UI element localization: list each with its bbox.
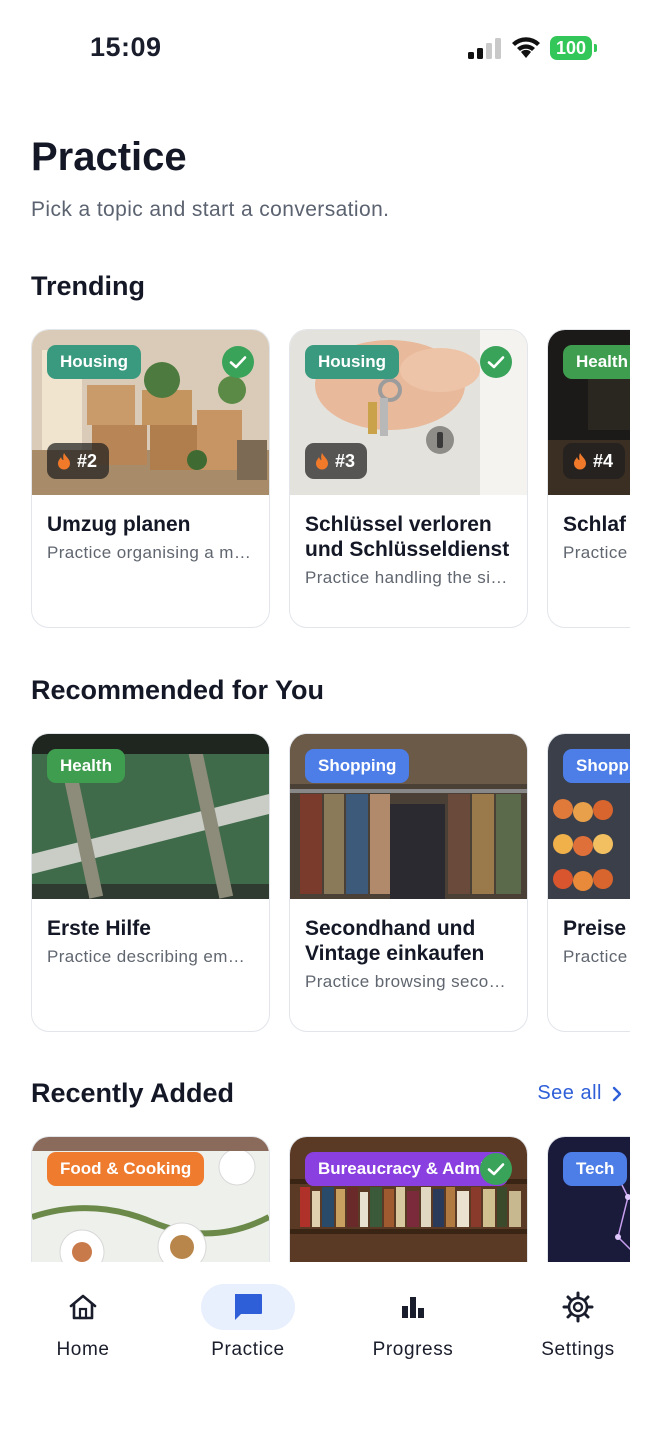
card-image-keys-in-hand: Housing #3 [290, 330, 527, 495]
trending-rank: #2 [47, 443, 110, 479]
nav-icon-wrap [531, 1284, 625, 1330]
rank-number: #4 [593, 450, 614, 471]
category-badge: Housing [305, 345, 399, 379]
card-description: Practice handling the situation [305, 568, 512, 587]
category-badge: Tech [563, 1152, 628, 1186]
rank-number: #3 [335, 450, 356, 471]
nav-item-settings[interactable]: Settings [513, 1262, 643, 1361]
nav-label: Home [56, 1339, 110, 1360]
card-title: Schlüssel verloren und Schlüsseldienst [305, 513, 510, 561]
gear-icon [562, 1291, 594, 1323]
card-image-clothing-rack: Shopping [290, 734, 527, 899]
completed-check-icon [480, 1153, 512, 1185]
card-title: Secondhand und Vintage einkaufen [305, 917, 485, 965]
card-image-dinner-table: Food & Cooking [32, 1137, 269, 1262]
battery-icon: 100 [550, 36, 600, 62]
nav-label: Progress [372, 1339, 454, 1360]
card-image-moving-boxes: Housing #2 [32, 330, 269, 495]
topic-card[interactable]: Housing #3 Schlüssel verloren und Schlüs… [289, 329, 528, 628]
category-badge: Shopping [305, 749, 410, 783]
topic-card[interactable]: Bureaucracy & Admin [289, 1136, 528, 1262]
nav-icon-wrap [366, 1284, 460, 1330]
flame-icon [316, 453, 328, 470]
card-description: Practice browsing secondhand shops [305, 972, 512, 991]
bar-chart-icon [402, 1297, 424, 1318]
card-image-dark-bedroom: Health #4 [548, 330, 630, 495]
trending-rank: #3 [305, 443, 368, 479]
trending-carousel[interactable]: Housing #2 Umzug planen Practice organis… [31, 329, 630, 629]
chat-bubble-icon [235, 1294, 262, 1320]
nav-icon-wrap-active [201, 1284, 295, 1330]
card-description: Practice organising a move [47, 543, 254, 562]
wifi-icon [512, 37, 540, 58]
nav-label: Practice [211, 1339, 285, 1360]
section-title-recent: Recently Added [31, 1078, 235, 1108]
nav-label: Settings [541, 1339, 615, 1360]
rank-number: #2 [77, 450, 98, 471]
page-subtitle: Pick a topic and start a conversation. [31, 198, 390, 221]
category-badge: Bureaucracy & Admin [305, 1152, 508, 1186]
status-bar: 15:09 100 [0, 0, 660, 100]
flame-icon [58, 453, 70, 470]
see-all-link[interactable]: See all [537, 1082, 622, 1105]
status-time: 15:09 [90, 32, 162, 62]
category-badge: Shopping [563, 749, 630, 783]
card-image-bookshelves: Bureaucracy & Admin [290, 1137, 527, 1262]
bottom-navigation: Home Practice Progress Settings [0, 1262, 660, 1434]
see-all-label: See all [537, 1082, 602, 1104]
topic-card[interactable]: Housing #2 Umzug planen Practice organis… [31, 329, 270, 628]
completed-check-icon [480, 346, 512, 378]
cellular-signal-icon [468, 38, 501, 59]
nav-item-practice[interactable]: Practice [183, 1262, 313, 1361]
section-title-trending: Trending [31, 271, 145, 301]
card-description: Practice talking about sleep [563, 543, 630, 562]
nav-icon-wrap [36, 1284, 130, 1330]
section-title-recommended: Recommended for You [31, 675, 325, 705]
nav-item-progress[interactable]: Progress [348, 1262, 478, 1361]
card-image-fruit-stand: Shopping [548, 734, 630, 899]
chevron-right-icon [612, 1086, 622, 1101]
page-title: Practice [31, 135, 187, 179]
topic-card[interactable]: Food & Cooking [31, 1136, 270, 1262]
recommended-carousel[interactable]: Health Erste Hilfe Practice describing e… [31, 733, 630, 1033]
battery-level: 100 [550, 36, 592, 60]
trending-rank: #4 [563, 443, 626, 479]
card-title: Erste Hilfe [47, 917, 151, 940]
home-icon [69, 1294, 97, 1320]
card-description: Practice describing emergencies [47, 947, 254, 966]
card-image-network-graphic: Tech [548, 1137, 630, 1262]
card-image-first-aid-bag: Health [32, 734, 269, 899]
category-badge: Food & Cooking [47, 1152, 205, 1186]
card-description: Practice asking about prices [563, 947, 630, 966]
category-badge: Housing [47, 345, 141, 379]
category-badge: Health [47, 749, 125, 783]
category-badge: Health [563, 345, 630, 379]
nav-item-home[interactable]: Home [18, 1262, 148, 1361]
recent-carousel[interactable]: Food & Cooking Bureaucracy & Admin Tech [31, 1136, 630, 1262]
card-title: Umzug planen [47, 513, 191, 536]
completed-check-icon [222, 346, 254, 378]
topic-card[interactable]: Health #4 Schlaf und Erholung Practice t… [547, 329, 630, 628]
topic-card[interactable]: Health Erste Hilfe Practice describing e… [31, 733, 270, 1032]
topic-card[interactable]: Shopping Secondhand und Vintage einkaufe… [289, 733, 528, 1032]
topic-card[interactable]: Tech [547, 1136, 630, 1262]
card-title: Schlaf und Erholung [563, 513, 630, 536]
flame-icon [574, 453, 586, 470]
topic-card[interactable]: Shopping Preise Practice asking about pr… [547, 733, 630, 1032]
card-title: Preise [563, 917, 627, 940]
